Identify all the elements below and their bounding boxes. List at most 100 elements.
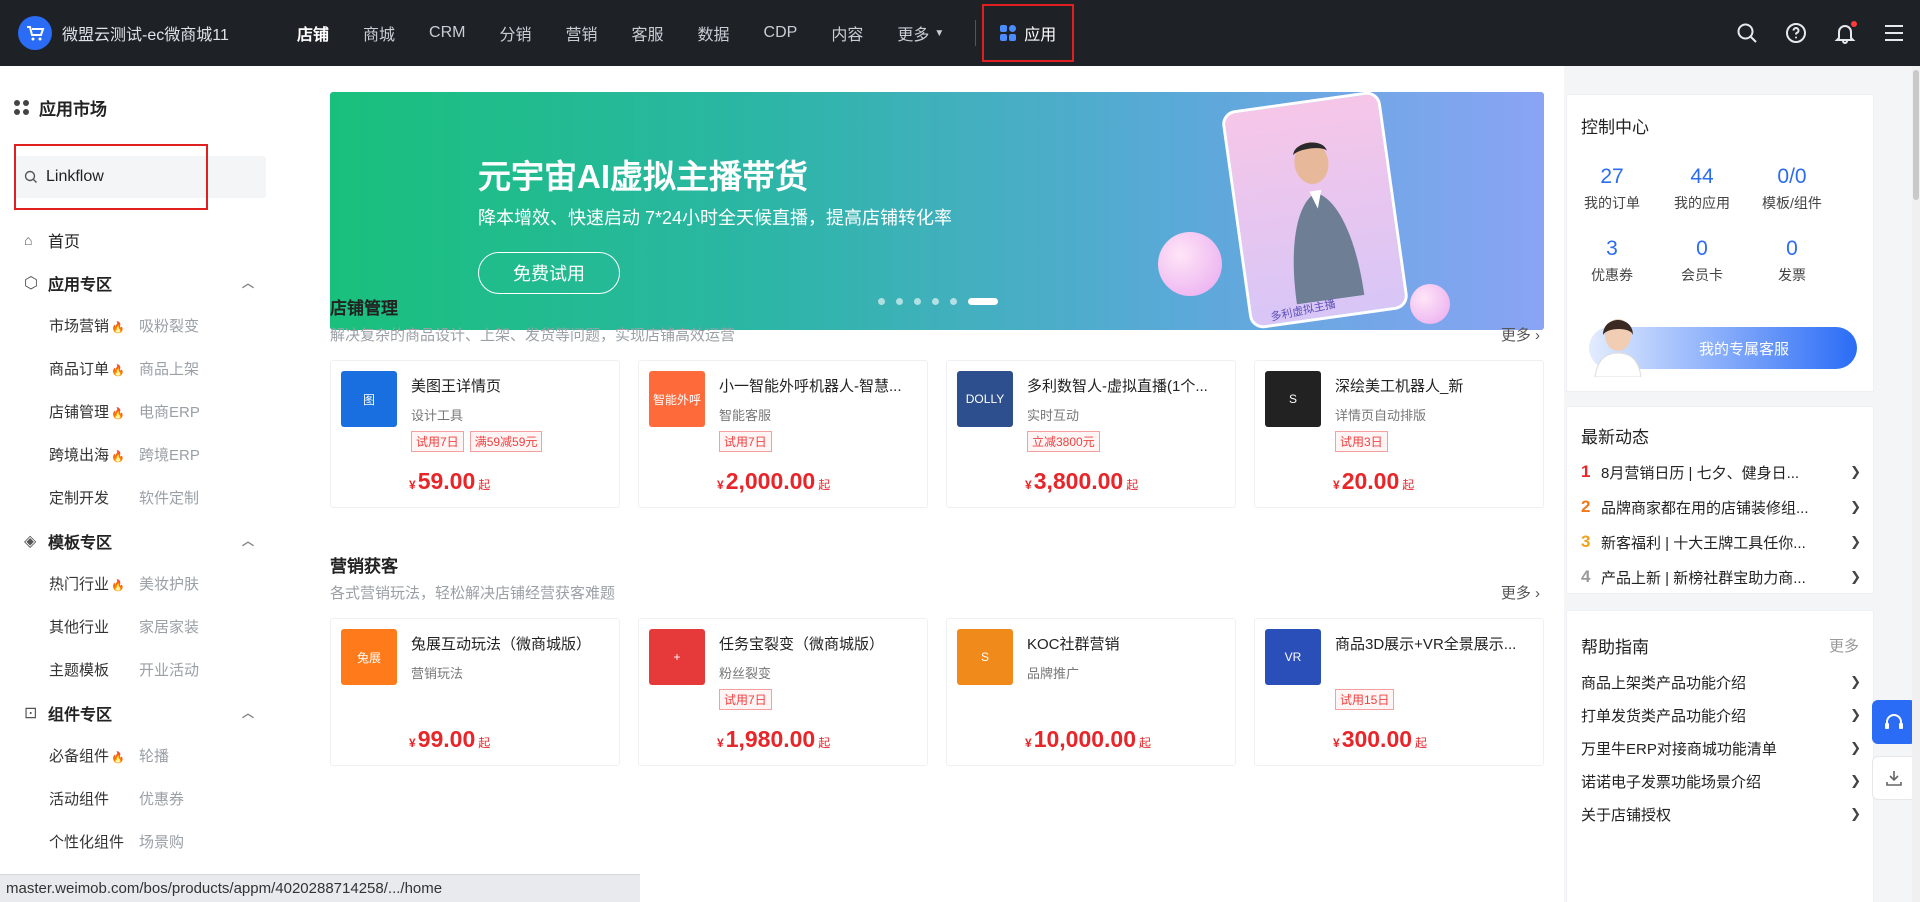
app-name[interactable]: 兔展互动玩法（微商城版） <box>411 633 611 654</box>
sidebar-section-apps[interactable]: ⬡ 应用专区 ︿ <box>0 261 288 304</box>
sub-second[interactable]: 开业活动 <box>139 659 199 680</box>
help-item[interactable]: 商品上架类产品功能介绍 ❯ <box>1581 667 1861 697</box>
sub-second[interactable]: 轮播 <box>139 745 169 766</box>
app-name[interactable]: 深绘美工机器人_新 <box>1335 375 1535 396</box>
nav-store[interactable]: 店铺 <box>297 0 329 66</box>
sidebar-item-other-industry[interactable]: 其他行业 家居家装 <box>0 605 288 648</box>
app-card[interactable]: S KOC社群营销 品牌推广 ¥10,000.00 起 <box>946 618 1236 766</box>
sub-second[interactable]: 商品上架 <box>139 358 199 379</box>
news-item[interactable]: 1 8月营销日历 | 七夕、健身日... ❯ <box>1581 457 1861 487</box>
news-item[interactable]: 2 品牌商家都在用的店铺装修组... ❯ <box>1581 492 1861 522</box>
sidebar-item-activity-components[interactable]: 活动组件 优惠券 <box>0 777 288 820</box>
app-name[interactable]: 任务宝裂变（微商城版） <box>719 633 919 654</box>
app-name[interactable]: 美图王详情页 <box>411 375 611 396</box>
cs-avatar <box>1594 319 1642 377</box>
sidebar-section-templates[interactable]: ◈ 模板专区 ︿ <box>0 519 288 562</box>
news-item[interactable]: 4 产品上新 | 新榜社群宝助力商... ❯ <box>1581 562 1861 592</box>
nav-more[interactable]: 更多 ▼ <box>897 0 944 66</box>
carousel-dot-active[interactable] <box>968 298 998 305</box>
app-card[interactable]: 兔展 兔展互动玩法（微商城版） 营销玩法 ¥99.00 起 <box>330 618 620 766</box>
news-item[interactable]: 3 新客福利 | 十大王牌工具任你... ❯ <box>1581 527 1861 557</box>
sub-second[interactable]: 吸粉裂变 <box>139 315 199 336</box>
app-card[interactable]: + 任务宝裂变（微商城版） 粉丝裂变 试用7日 ¥1,980.00 起 <box>638 618 928 766</box>
stat-member-cards[interactable]: 0 会员卡 <box>1657 237 1747 285</box>
help-item[interactable]: 万里牛ERP对接商城功能清单 ❯ <box>1581 733 1861 763</box>
page-scrollbar[interactable] <box>1912 66 1920 902</box>
nav-cdp[interactable]: CDP <box>764 0 798 66</box>
sidebar-item-personalized-components[interactable]: 个性化组件 场景购 <box>0 820 288 863</box>
chevron-right-icon: ❯ <box>1850 569 1861 584</box>
carousel-dot[interactable] <box>896 298 903 305</box>
sidebar-item-marketing[interactable]: 市场营销 🔥 吸粉裂变 <box>0 304 288 347</box>
app-card[interactable]: 图 美图王详情页 设计工具 试用7日 满59减59元 ¥59.00 起 <box>330 360 620 508</box>
sub-second[interactable]: 优惠券 <box>139 788 184 809</box>
nav-content[interactable]: 内容 <box>831 0 863 66</box>
help-more-link[interactable]: 更多 <box>1829 635 1859 656</box>
sub-second[interactable]: 场景购 <box>139 831 184 852</box>
app-name[interactable]: KOC社群营销 <box>1027 633 1227 654</box>
carousel-dot[interactable] <box>914 298 921 305</box>
search-icon[interactable] <box>1735 21 1759 45</box>
app-name[interactable]: 多利数智人-虚拟直播(1个... <box>1027 375 1227 396</box>
customer-service-float-button[interactable] <box>1872 700 1916 744</box>
nav-crm[interactable]: CRM <box>429 0 465 66</box>
bell-icon[interactable] <box>1833 21 1857 45</box>
price-value: 59.00 <box>417 468 476 494</box>
app-card[interactable]: S 深绘美工机器人_新 详情页自动排版 试用3日 ¥20.00 起 <box>1254 360 1544 508</box>
sub-second[interactable]: 家居家装 <box>139 616 199 637</box>
nav-apps[interactable]: 应用 <box>982 4 1075 62</box>
promo-banner[interactable]: 元宇宙AI虚拟主播带货 降本增效、快速启动 7*24小时全天候直播，提高店铺转化… <box>330 92 1544 330</box>
help-item[interactable]: 关于店铺授权 ❯ <box>1581 799 1861 829</box>
app-card[interactable]: DOLLY 多利数智人-虚拟直播(1个... 实时互动 立减3800元 ¥3,8… <box>946 360 1236 508</box>
apps-grid-icon <box>1000 25 1017 41</box>
help-icon[interactable] <box>1784 21 1808 45</box>
sidebar-item-crossborder[interactable]: 跨境出海 🔥 跨境ERP <box>0 433 288 476</box>
nav-mall[interactable]: 商城 <box>363 0 395 66</box>
sidebar-item-home[interactable]: ⌂ 首页 <box>0 218 288 261</box>
stat-invoices[interactable]: 0 发票 <box>1747 237 1837 285</box>
sidebar-item-orders[interactable]: 商品订单 🔥 商品上架 <box>0 347 288 390</box>
virtual-anchor-card <box>1220 92 1410 330</box>
help-item[interactable]: 诺诺电子发票功能场景介绍 ❯ <box>1581 766 1861 796</box>
free-trial-button[interactable]: 免费试用 <box>478 252 620 294</box>
sub-second[interactable]: 跨境ERP <box>139 444 200 465</box>
app-price: ¥3,800.00 起 <box>1025 468 1138 495</box>
menu-icon[interactable] <box>1882 21 1906 45</box>
help-item[interactable]: 打单发货类产品功能介绍 ❯ <box>1581 700 1861 730</box>
currency-symbol: ¥ <box>717 736 724 750</box>
sidebar-item-custom-dev[interactable]: 定制开发 软件定制 <box>0 476 288 519</box>
sub-second[interactable]: 软件定制 <box>139 487 199 508</box>
sidebar-item-hot-industry[interactable]: 热门行业 🔥 美妆护肤 <box>0 562 288 605</box>
app-thumbnail: 图 <box>341 371 397 427</box>
stat-orders[interactable]: 27 我的订单 <box>1567 165 1657 213</box>
sidebar-item-theme-templates[interactable]: 主题模板 开业活动 <box>0 648 288 691</box>
stat-coupons[interactable]: 3 优惠券 <box>1567 237 1657 285</box>
carousel-dot[interactable] <box>932 298 939 305</box>
scrollbar-thumb[interactable] <box>1913 70 1919 200</box>
app-thumbnail: 兔展 <box>341 629 397 685</box>
currency-symbol: ¥ <box>1025 736 1032 750</box>
sub-main: 个性化组件 <box>49 834 125 851</box>
carousel-dot[interactable] <box>950 298 957 305</box>
nav-distribution[interactable]: 分销 <box>499 0 531 66</box>
app-card[interactable]: 智能外呼 小一智能外呼机器人-智慧... 智能客服 试用7日 ¥2,000.00… <box>638 360 928 508</box>
sub-main: 商品订单 🔥 <box>49 358 139 379</box>
brand[interactable]: 微盟云测试-ec微商城11 <box>18 16 280 50</box>
app-card[interactable]: VR 商品3D展示+VR全景展示... 试用15日 ¥300.00 起 <box>1254 618 1544 766</box>
sub-second[interactable]: 美妆护肤 <box>139 573 199 594</box>
nav-customer-service[interactable]: 客服 <box>632 0 664 66</box>
download-float-button[interactable] <box>1872 756 1916 800</box>
nav-data[interactable]: 数据 <box>698 0 730 66</box>
app-name[interactable]: 小一智能外呼机器人-智慧... <box>719 375 919 396</box>
sidebar-item-store-mgmt[interactable]: 店铺管理 🔥 电商ERP <box>0 390 288 433</box>
sidebar-item-essential-components[interactable]: 必备组件 🔥 轮播 <box>0 734 288 777</box>
nav-marketing[interactable]: 营销 <box>565 0 597 66</box>
app-name[interactable]: 商品3D展示+VR全景展示... <box>1335 633 1535 654</box>
carousel-dot[interactable] <box>878 298 885 305</box>
stat-templates[interactable]: 0/0 模板/组件 <box>1747 165 1837 213</box>
sub-second[interactable]: 电商ERP <box>139 401 200 422</box>
stat-apps[interactable]: 44 我的应用 <box>1657 165 1747 213</box>
sidebar-section-components[interactable]: ⊡ 组件专区 ︿ <box>0 691 288 734</box>
more-link-store[interactable]: 更多 › <box>1501 324 1540 345</box>
more-link-marketing[interactable]: 更多 › <box>1501 582 1540 603</box>
